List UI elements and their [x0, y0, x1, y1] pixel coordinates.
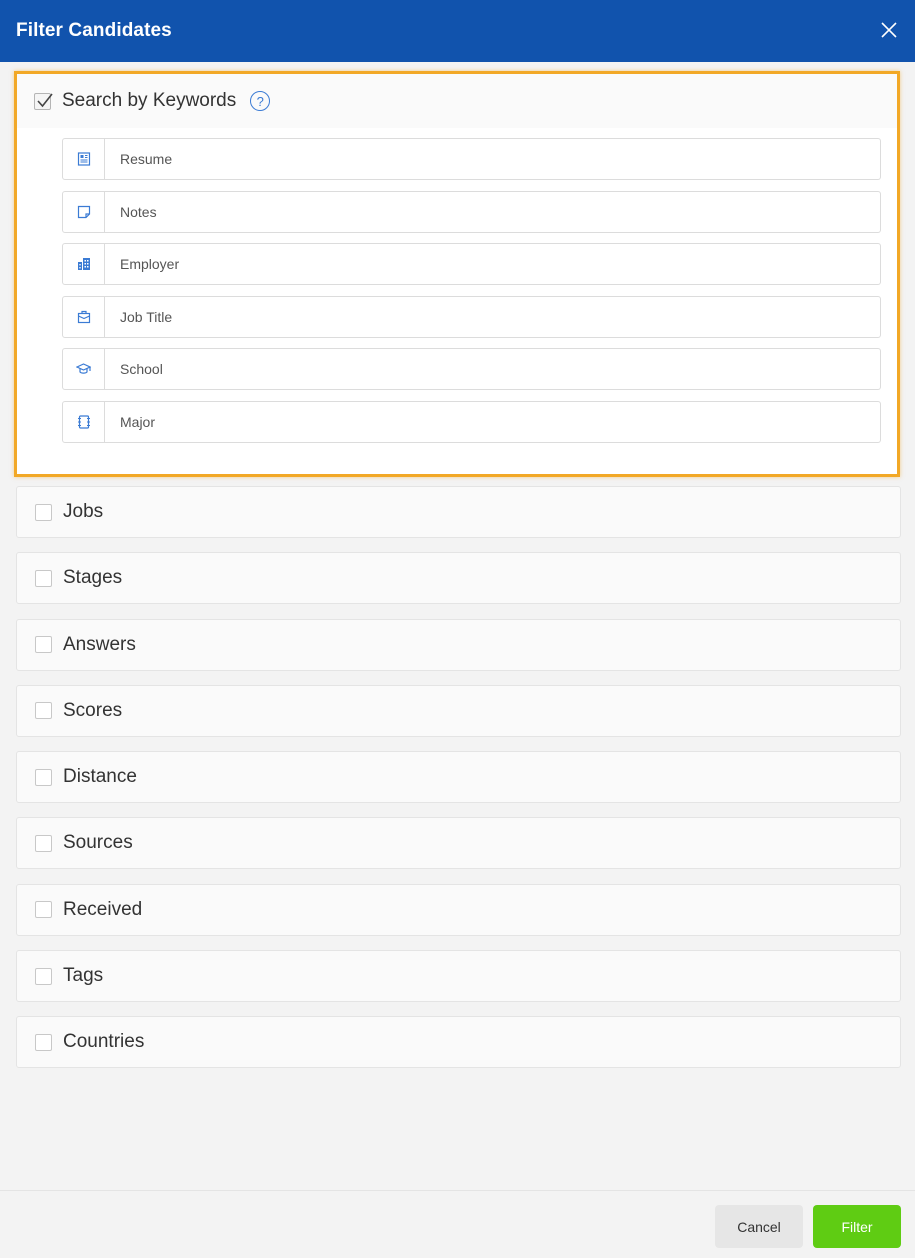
filter-answers[interactable]: Answers [16, 618, 901, 671]
filter-label: Stages [63, 567, 123, 589]
filter-label: Received [63, 898, 143, 920]
job-title-field [62, 295, 881, 338]
filter-label: Answers [63, 633, 136, 655]
keyword-fields [17, 128, 897, 443]
dialog-title: Filter Candidates [16, 20, 172, 41]
filter-received[interactable]: Received [16, 883, 901, 936]
resume-field [62, 138, 881, 180]
countries-checkbox[interactable] [35, 1033, 52, 1051]
keywords-label: Search by Keywords [62, 90, 237, 111]
cancel-button[interactable]: Cancel [715, 1205, 803, 1248]
filter-jobs[interactable]: Jobs [16, 486, 901, 538]
filter-tags[interactable]: Tags [16, 950, 901, 1003]
received-checkbox[interactable] [35, 901, 52, 919]
close-button[interactable] [879, 20, 899, 40]
keywords-section: Search by Keywords ? [14, 71, 900, 477]
notebook-icon [63, 401, 105, 442]
tags-checkbox[interactable] [35, 967, 52, 985]
employer-input[interactable] [105, 244, 880, 284]
keywords-checkbox[interactable] [34, 92, 53, 110]
filter-countries[interactable]: Countries [16, 1016, 901, 1069]
close-icon [881, 22, 897, 38]
filter-label: Distance [63, 766, 137, 788]
sources-checkbox[interactable] [35, 834, 52, 852]
filter-label: Scores [63, 699, 123, 721]
checkmark-icon [37, 93, 53, 107]
filter-button[interactable]: Filter [813, 1205, 901, 1248]
filter-list: Jobs Stages Answers Scores Distance Sour… [16, 486, 901, 1083]
answers-checkbox[interactable] [35, 636, 52, 654]
filter-stages[interactable]: Stages [16, 552, 901, 605]
dialog-footer: Cancel Filter [0, 1190, 915, 1258]
distance-checkbox[interactable] [35, 768, 52, 786]
resume-input[interactable] [105, 139, 880, 179]
filter-label: Sources [63, 832, 133, 854]
filter-distance[interactable]: Distance [16, 751, 901, 804]
jobs-checkbox[interactable] [35, 503, 52, 521]
keywords-section-header: Search by Keywords ? [17, 74, 897, 128]
graduation-cap-icon [63, 349, 105, 389]
building-icon [63, 244, 105, 284]
school-input[interactable] [105, 349, 880, 389]
filter-scores[interactable]: Scores [16, 684, 901, 737]
notes-icon [63, 191, 105, 232]
briefcase-icon [63, 296, 105, 337]
major-input[interactable] [105, 401, 880, 442]
major-field [62, 400, 881, 443]
notes-field [62, 190, 881, 233]
scores-checkbox[interactable] [35, 702, 52, 720]
resume-icon [63, 139, 105, 179]
job-title-input[interactable] [105, 296, 880, 337]
employer-field [62, 243, 881, 285]
school-field [62, 348, 881, 390]
help-icon[interactable]: ? [250, 91, 271, 111]
filter-label: Tags [63, 965, 104, 987]
dialog-header: Filter Candidates [0, 0, 915, 62]
stages-checkbox[interactable] [35, 569, 52, 587]
filter-label: Jobs [63, 501, 104, 522]
notes-input[interactable] [105, 191, 880, 232]
filter-sources[interactable]: Sources [16, 817, 901, 870]
filter-label: Countries [63, 1031, 145, 1053]
